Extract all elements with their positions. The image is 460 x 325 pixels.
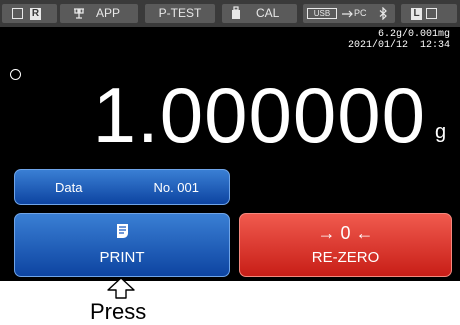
data-number: No. 001 (153, 180, 199, 195)
cal-label: CAL (256, 6, 280, 20)
top-bar: R APP P-TEST CAL USB PC L (0, 0, 460, 27)
app-button[interactable]: APP (60, 4, 138, 23)
p-test-label: P-TEST (158, 6, 202, 20)
press-annotation: Press (90, 299, 147, 324)
square-icon (426, 8, 437, 19)
capacity-readability: 6.2g/0.001mg (377, 29, 450, 40)
datetime: 2021/01/12 12:34 (347, 40, 450, 51)
zero-arrows-icon: → 0 ← (317, 223, 374, 243)
interface-button[interactable]: USB PC (303, 4, 395, 23)
usb-icon: USB (307, 8, 337, 19)
data-label: Data (55, 180, 83, 195)
app-label: APP (96, 6, 121, 20)
data-button[interactable]: Data No. 001 (14, 169, 230, 205)
weight-readout: 1.000000 (92, 71, 426, 159)
re-zero-label: RE-ZERO (311, 249, 380, 266)
level-button[interactable]: L (401, 4, 457, 23)
arrow-up-icon (107, 277, 135, 299)
r-indicator: R (30, 8, 41, 20)
pc-label: PC (354, 8, 367, 18)
pc-connect-icon (342, 10, 353, 18)
print-label: PRINT (99, 249, 145, 266)
balance-screen: R APP P-TEST CAL USB PC L 6.2g/0.001mg 2… (0, 0, 460, 281)
cal-button[interactable]: CAL (222, 4, 297, 23)
square-icon (12, 8, 23, 19)
balance-icon (74, 8, 84, 19)
p-test-button[interactable]: P-TEST (145, 4, 215, 23)
print-button[interactable]: PRINT (14, 213, 230, 277)
balance-spec: 6.2g/0.001mg 2021/01/12 12:34 (348, 29, 450, 51)
re-zero-button[interactable]: → 0 ← RE-ZERO (239, 213, 452, 277)
print-icon (117, 224, 128, 238)
unit-label: g (435, 121, 447, 143)
stable-indicator-icon (10, 69, 21, 80)
bluetooth-icon (379, 7, 387, 20)
l-indicator: L (411, 8, 422, 20)
lock-status-button[interactable]: R (2, 4, 57, 23)
calibration-weight-icon (232, 6, 240, 19)
